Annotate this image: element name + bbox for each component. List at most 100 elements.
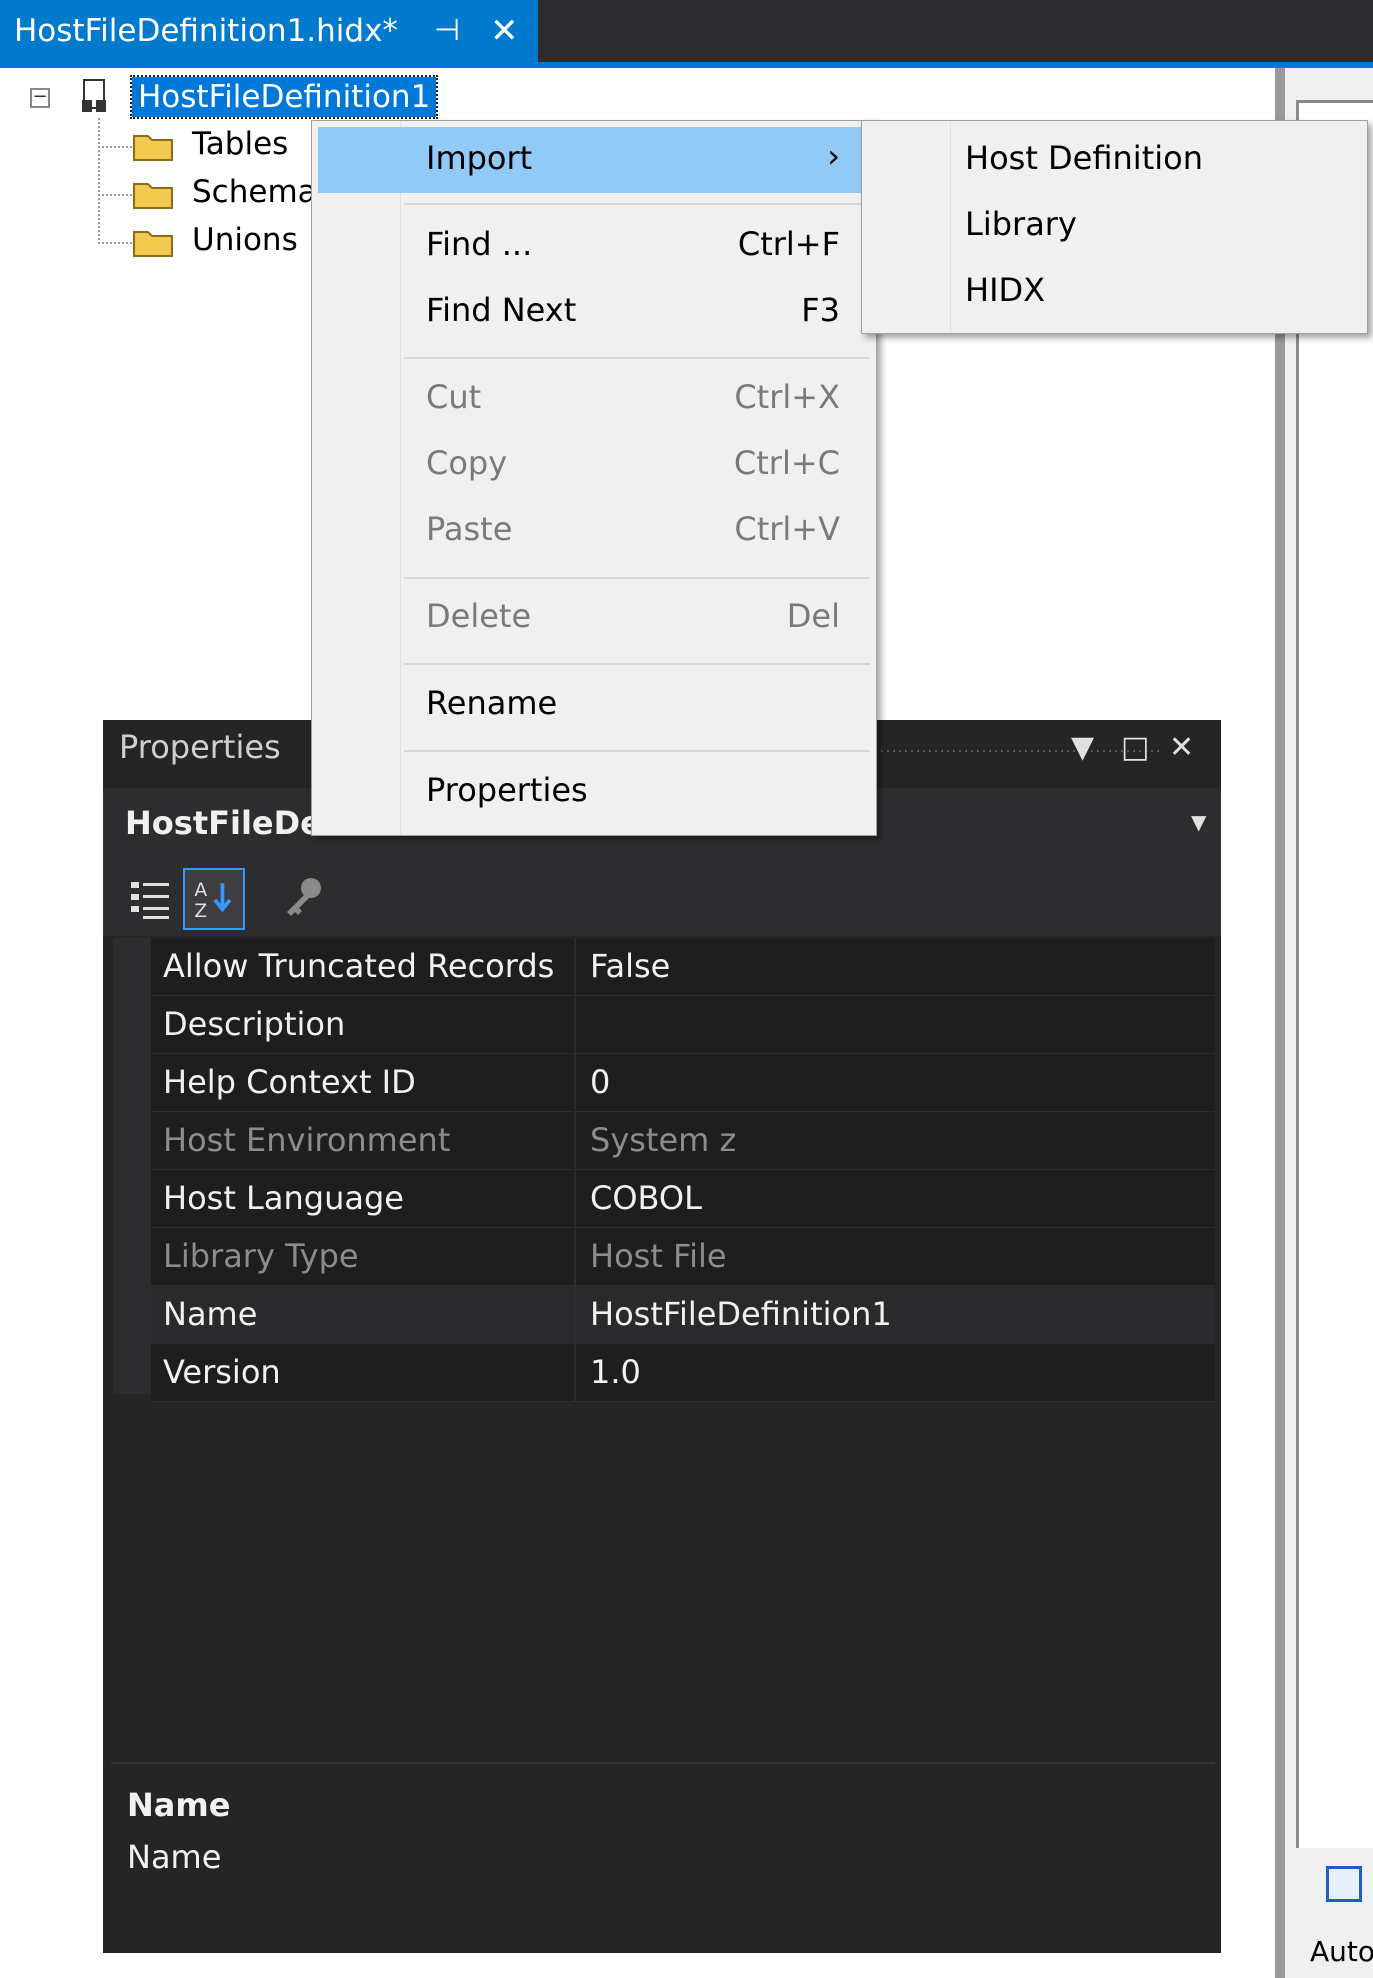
property-value[interactable]: False — [578, 938, 1215, 995]
folder-icon — [133, 135, 173, 161]
title-grip[interactable] — [873, 748, 1163, 754]
property-row[interactable]: Help Context ID 0 — [151, 1054, 1215, 1112]
property-row[interactable]: Library Type Host File — [151, 1228, 1215, 1286]
property-value[interactable]: COBOL — [578, 1170, 1215, 1227]
menu-shortcut: Del — [786, 597, 840, 635]
grid-gutter — [113, 938, 151, 1394]
host-file-icon — [82, 79, 106, 112]
menu-item-label: Import — [426, 139, 533, 177]
property-row[interactable]: Allow Truncated Records False — [151, 938, 1215, 996]
property-name: Name — [151, 1286, 576, 1343]
menu-item-find[interactable]: Find ... Ctrl+F — [318, 213, 870, 279]
folder-icon — [133, 231, 173, 257]
menu-item-label: Cut — [426, 378, 482, 416]
calendar-icon[interactable] — [1326, 1866, 1362, 1902]
collapse-icon[interactable]: − — [30, 88, 50, 108]
property-pages-icon[interactable] — [273, 868, 335, 930]
property-value[interactable]: 0 — [578, 1054, 1215, 1111]
tree-connector — [98, 146, 132, 148]
tree-connector — [98, 118, 100, 244]
submenu-item-hidx[interactable]: HIDX — [965, 271, 1045, 309]
menu-item-label: Find Next — [426, 291, 577, 329]
menu-item-rename[interactable]: Rename — [318, 672, 870, 738]
property-row[interactable]: Version 1.0 — [151, 1344, 1215, 1402]
menu-shortcut: Ctrl+V — [734, 510, 840, 548]
pin-icon[interactable]: ⊣ — [434, 0, 460, 62]
menu-separator — [404, 577, 870, 579]
menu-separator — [404, 750, 870, 752]
menu-shortcut: Ctrl+C — [733, 444, 840, 482]
property-row[interactable]: Description — [151, 996, 1215, 1054]
menu-shortcut: F3 — [801, 291, 840, 329]
description-text: Name — [127, 1838, 222, 1876]
submenu-item-library[interactable]: Library — [965, 205, 1077, 243]
menu-shortcut: Ctrl+X — [734, 378, 840, 416]
property-name: Allow Truncated Records — [151, 938, 576, 995]
document-tab-strip: HostFileDefinition1.hidx* ⊣ ✕ — [0, 0, 1373, 62]
svg-text:Z: Z — [194, 901, 207, 922]
document-tab-title: HostFileDefinition1.hidx* — [14, 13, 398, 49]
properties-toolbar: A Z — [103, 860, 1221, 936]
tree-node-unions[interactable]: Unions — [192, 222, 298, 258]
property-row[interactable]: Host Environment System z — [151, 1112, 1215, 1170]
description-title: Name — [127, 1786, 231, 1824]
tree-node-schema[interactable]: Schema — [192, 174, 317, 210]
tree-connector — [98, 242, 132, 244]
menu-separator — [404, 357, 870, 359]
property-name: Library Type — [151, 1228, 576, 1285]
tree-connector — [98, 194, 132, 196]
submenu-item-host-definition[interactable]: Host Definition — [965, 139, 1203, 177]
folder-icon — [133, 183, 173, 209]
menu-item-copy[interactable]: Copy Ctrl+C — [318, 432, 870, 498]
document-tab[interactable]: HostFileDefinition1.hidx* ⊣ ✕ — [0, 0, 538, 62]
property-name: Host Language — [151, 1170, 576, 1227]
chevron-down-icon: ▼ — [1191, 810, 1207, 834]
menu-item-delete[interactable]: Delete Del — [318, 585, 870, 651]
maximize-icon[interactable]: □ — [1121, 730, 1149, 765]
property-value: Host File — [590, 1237, 727, 1275]
property-value[interactable] — [578, 996, 1215, 1053]
menu-item-properties[interactable]: Properties — [318, 759, 870, 825]
property-name: Host Environment — [151, 1112, 576, 1169]
menu-item-label: Properties — [426, 771, 588, 809]
property-name: Help Context ID — [151, 1054, 576, 1111]
menu-item-label: Delete — [426, 597, 532, 635]
right-pane-label: Auto — [1310, 1935, 1373, 1968]
menu-separator — [404, 203, 870, 205]
menu-gutter — [862, 121, 951, 333]
menu-item-label: Paste — [426, 510, 513, 548]
menu-separator — [404, 663, 870, 665]
chevron-right-icon: › — [827, 137, 840, 175]
import-submenu: Host Definition Library HIDX — [861, 120, 1368, 334]
menu-shortcut: Ctrl+F — [737, 225, 840, 263]
property-value[interactable]: HostFileDefinition1 — [578, 1286, 1215, 1343]
menu-item-label: Find ... — [426, 225, 533, 263]
description-pane: Name Name — [111, 1762, 1215, 1945]
sort-alphabetical-icon[interactable]: A Z — [183, 868, 245, 930]
svg-text:A: A — [194, 880, 207, 901]
menu-item-import[interactable]: Import › — [318, 127, 870, 193]
dropdown-icon[interactable]: ▼ — [1071, 730, 1094, 765]
pane-splitter[interactable] — [1275, 68, 1285, 1978]
tree-node-tables[interactable]: Tables — [192, 126, 288, 162]
right-pane-content — [1296, 100, 1373, 1848]
close-icon[interactable]: ✕ — [1169, 730, 1194, 765]
property-name: Version — [151, 1344, 576, 1401]
menu-item-paste[interactable]: Paste Ctrl+V — [318, 498, 870, 564]
close-tab-icon[interactable]: ✕ — [490, 0, 519, 62]
property-row[interactable]: Name HostFileDefinition1 — [151, 1286, 1215, 1344]
context-menu: Import › Find ... Ctrl+F Find Next F3 Cu… — [311, 120, 877, 836]
property-row[interactable]: Host Language COBOL — [151, 1170, 1215, 1228]
property-grid: Allow Truncated Records False Descriptio… — [151, 938, 1215, 1402]
property-name: Description — [151, 996, 576, 1053]
categorized-icon[interactable] — [119, 868, 181, 930]
properties-panel: Properties ▼ □ ✕ HostFileDefinition1 ▼ A… — [103, 720, 1221, 1953]
menu-item-label: Copy — [426, 444, 508, 482]
property-value[interactable]: 1.0 — [578, 1344, 1215, 1401]
properties-title: Properties — [119, 728, 281, 766]
menu-item-label: Rename — [426, 684, 558, 722]
property-value: System z — [590, 1121, 737, 1159]
menu-item-find-next[interactable]: Find Next F3 — [318, 279, 870, 345]
menu-item-cut[interactable]: Cut Ctrl+X — [318, 366, 870, 432]
tree-root-node[interactable]: HostFileDefinition1 — [129, 75, 439, 119]
